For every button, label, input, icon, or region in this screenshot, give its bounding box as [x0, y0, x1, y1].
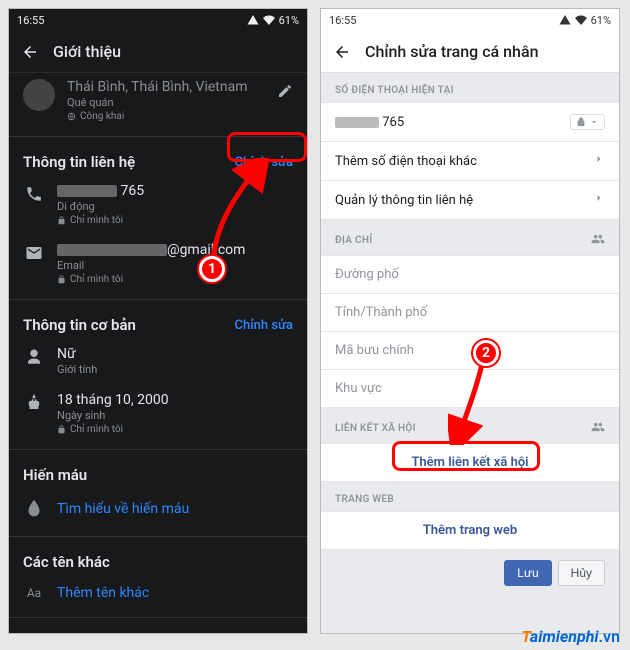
status-bar-right: 16:55 61%	[321, 9, 619, 31]
status-icons-r: 61%	[559, 14, 611, 27]
chevron-right-icon	[593, 153, 605, 169]
watermark: Taimienphi.vn	[521, 627, 620, 646]
status-time: 16:55	[17, 14, 44, 27]
edit-pencil-icon[interactable]	[277, 83, 293, 103]
basic-title: Thông tin cơ bản	[23, 316, 136, 334]
battery-percent-r: 61%	[591, 14, 611, 27]
email-label: Email	[57, 259, 293, 272]
gender-label: Giới tính	[57, 363, 293, 376]
current-phone-value: 765	[335, 115, 404, 130]
relationship-section-header: Mối quan hệ	[9, 624, 307, 634]
gender-row: Nữ Giới tính	[9, 338, 307, 384]
left-header: Giới thiệu	[9, 31, 307, 73]
birthday-value: 18 tháng 10, 2000	[57, 392, 293, 408]
back-icon[interactable]	[21, 43, 39, 61]
phone-icon	[23, 183, 45, 205]
region-row[interactable]: Khu vực	[321, 370, 619, 408]
birthday-privacy: Chỉ mình tôi	[57, 424, 293, 435]
email-icon	[23, 242, 45, 264]
street-row[interactable]: Đường phố	[321, 255, 619, 294]
contact-title: Thông tin liên hệ	[23, 153, 135, 171]
right-header: Chỉnh sửa trang cá nhân	[321, 31, 619, 73]
blood-section-header: Hiến máu	[9, 456, 307, 488]
add-social-link[interactable]: Thêm liên kết xã hội	[321, 443, 619, 482]
birthday-label: Ngày sinh	[57, 409, 293, 422]
othernames-link[interactable]: Aa Thêm tên khác	[9, 575, 307, 611]
phone-row: 765 Di động Chỉ mình tôi	[9, 175, 307, 234]
lock-icon	[57, 425, 66, 434]
status-time-r: 16:55	[329, 14, 356, 27]
aa-icon: Aa	[23, 586, 45, 600]
address-section-label: ĐỊA CHỈ	[321, 220, 619, 255]
phone-section-label: SỐ ĐIỆN THOẠI HIỆN TẠI	[321, 73, 619, 102]
web-section-label: TRANG WEB	[321, 482, 619, 511]
battery-percent: 61%	[279, 14, 299, 27]
email-privacy: Chỉ mình tôi	[57, 274, 293, 285]
email-value: @gmail.com	[57, 242, 293, 258]
manage-contact-row[interactable]: Quản lý thông tin liên hệ	[321, 181, 619, 220]
basic-section-header: Thông tin cơ bản Chỉnh sửa	[9, 306, 307, 338]
back-icon-r[interactable]	[333, 43, 351, 61]
chevron-right-icon	[593, 192, 605, 208]
email-row: @gmail.com Email Chỉ mình tôi	[9, 234, 307, 293]
hometown-privacy: Công khai	[67, 111, 293, 122]
friends-privacy-icon[interactable]	[591, 232, 605, 249]
hometown-label: Quê quán	[67, 96, 293, 109]
othernames-title: Các tên khác	[23, 553, 110, 571]
privacy-selector[interactable]	[570, 114, 605, 130]
left-screenshot: 16:55 61% Giới thiệu Thái Bình, Thái Bìn…	[8, 8, 308, 634]
basic-edit-button[interactable]: Chỉnh sửa	[235, 318, 293, 333]
social-section-label: LIÊN KẾT XÃ HỘI	[321, 408, 619, 443]
hometown-row: Thái Bình, Thái Bình, Vietnam Quê quán C…	[9, 73, 307, 130]
blood-title: Hiến máu	[23, 466, 87, 484]
add-web-link[interactable]: Thêm trang web	[321, 511, 619, 550]
cake-icon	[23, 392, 45, 414]
cancel-button[interactable]: Hủy	[558, 560, 605, 586]
contact-section-header: Thông tin liên hệ Chỉnh sửa	[9, 143, 307, 175]
friends-privacy-icon[interactable]	[591, 420, 605, 437]
phone-label: Di động	[57, 200, 293, 213]
right-screenshot: 16:55 61% Chỉnh sửa trang cá nhân SỐ ĐIỆ…	[320, 8, 620, 634]
action-buttons: Lưu Hủy	[321, 550, 619, 596]
status-icons: 61%	[247, 14, 299, 27]
avatar	[23, 79, 55, 111]
phone-value: 765	[57, 183, 293, 199]
lock-icon	[57, 275, 66, 284]
blood-link[interactable]: Tìm hiểu về hiến máu	[9, 488, 307, 530]
phone-privacy: Chỉ mình tôi	[57, 215, 293, 226]
lock-icon	[57, 216, 66, 225]
zip-row[interactable]: Mã bưu chính	[321, 332, 619, 370]
hometown-value: Thái Bình, Thái Bình, Vietnam	[67, 79, 293, 95]
add-phone-row[interactable]: Thêm số điện thoại khác	[321, 142, 619, 181]
blood-icon	[23, 498, 45, 520]
gender-value: Nữ	[57, 346, 293, 362]
current-phone-row[interactable]: 765	[321, 102, 619, 142]
page-title: Giới thiệu	[53, 42, 121, 61]
city-row[interactable]: Tỉnh/Thành phố	[321, 294, 619, 332]
lock-icon	[576, 117, 586, 127]
othernames-section-header: Các tên khác	[9, 543, 307, 575]
person-icon	[23, 346, 45, 368]
globe-icon	[67, 112, 76, 121]
contact-edit-button[interactable]: Chỉnh sửa	[235, 155, 293, 170]
birthday-row: 18 tháng 10, 2000 Ngày sinh Chỉ mình tôi	[9, 384, 307, 443]
caret-down-icon	[589, 117, 599, 127]
page-title-r: Chỉnh sửa trang cá nhân	[365, 42, 538, 61]
save-button[interactable]: Lưu	[504, 560, 551, 586]
status-bar: 16:55 61%	[9, 9, 307, 31]
